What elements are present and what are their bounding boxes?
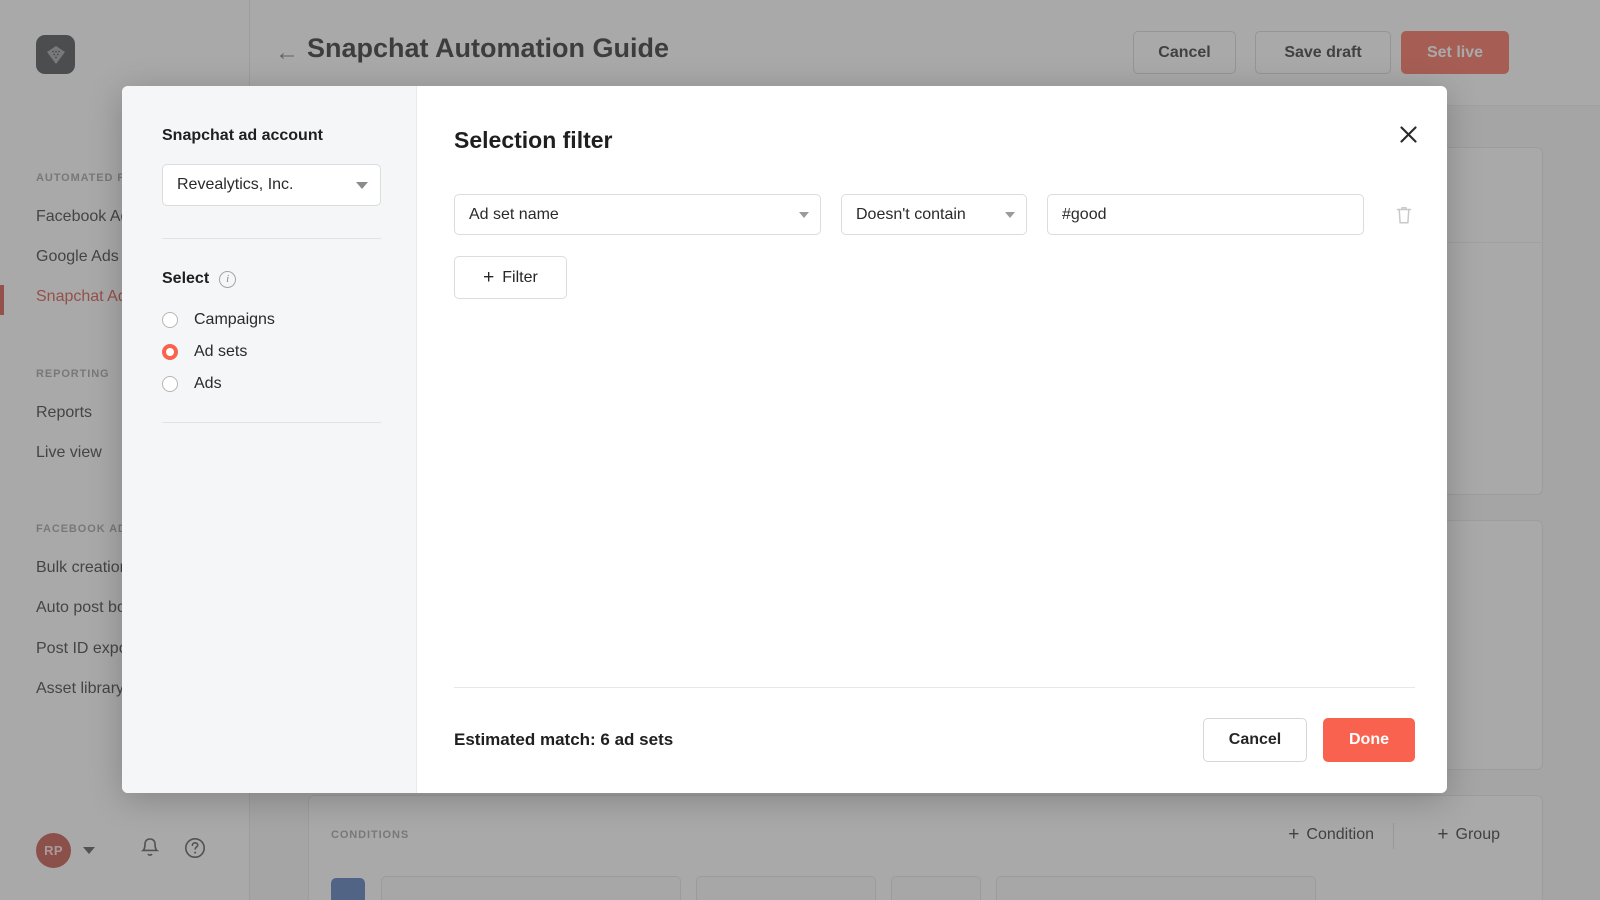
filter-field-value: Ad set name [469,205,559,223]
selection-filter-modal: Snapchat ad account Revealytics, Inc. Se… [122,86,1447,793]
filter-value-input[interactable]: #good [1047,194,1364,235]
radio-indicator [162,312,178,328]
filter-row: Ad set name Doesn't contain #good [454,194,1415,235]
chevron-down-icon [1005,211,1015,218]
modal-right-pane: Selection filter Ad set name Doesn't con… [417,86,1447,793]
trash-icon[interactable] [1393,203,1415,227]
filter-value-text: #good [1062,205,1107,223]
radio-label-campaigns: Campaigns [194,311,275,328]
filter-field-select[interactable]: Ad set name [454,194,821,235]
chevron-down-icon [356,181,368,189]
select-label: Select [162,270,210,287]
modal-title: Selection filter [454,127,613,153]
ad-account-select[interactable]: Revealytics, Inc. [162,164,381,206]
radio-label-ad-sets: Ad sets [194,343,248,360]
radio-label-ads: Ads [194,375,222,392]
add-filter-label: Filter [502,268,538,286]
modal-left-pane: Snapchat ad account Revealytics, Inc. Se… [122,86,417,793]
modal-footer: Estimated match: 6 ad sets Cancel Done [454,710,1415,770]
select-label-row: Select i [162,270,384,288]
chevron-down-icon [799,211,809,218]
filter-operator-select[interactable]: Doesn't contain [841,194,1027,235]
filter-operator-value: Doesn't contain [856,205,966,223]
left-divider-2 [162,422,381,423]
radio-option-ads[interactable]: Ads [162,368,384,400]
ad-account-heading: Snapchat ad account [162,127,323,144]
estimated-match-text: Estimated match: 6 ad sets [454,730,674,749]
left-divider-1 [162,238,381,239]
add-filter-button[interactable]: + Filter [454,256,567,299]
plus-icon: + [483,266,495,288]
close-icon[interactable] [1394,120,1422,148]
radio-indicator-selected [162,344,178,360]
app-root: AUTOMATED RULES Facebook Ads Google Ads … [0,0,1600,900]
modal-cancel-button[interactable]: Cancel [1203,718,1307,762]
radio-option-campaigns[interactable]: Campaigns [162,304,384,336]
radio-indicator [162,376,178,392]
radio-option-ad-sets[interactable]: Ad sets [162,336,384,368]
info-icon[interactable]: i [219,270,237,288]
ad-account-value: Revealytics, Inc. [177,176,294,193]
modal-footer-divider [454,687,1415,688]
modal-done-button[interactable]: Done [1323,718,1415,762]
